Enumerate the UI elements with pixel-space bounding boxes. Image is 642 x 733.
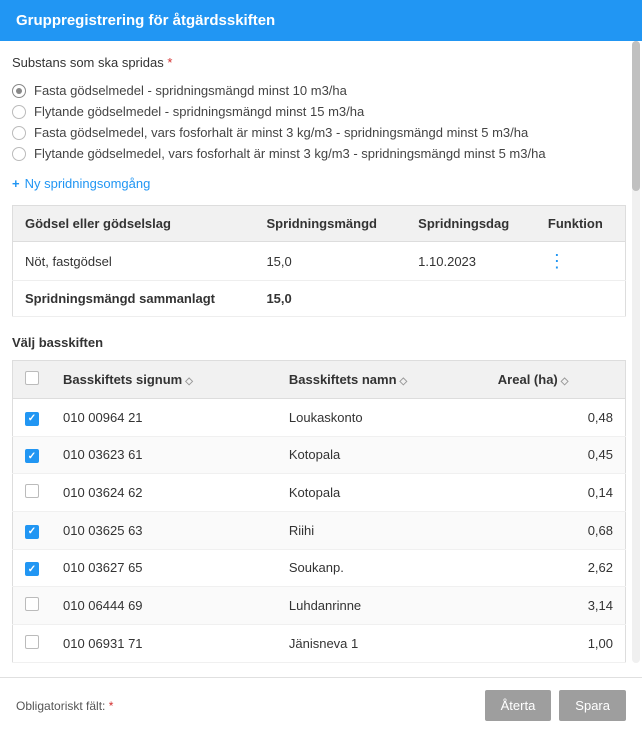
parcel-row: 010 06444 69Luhdanrinne3,14 xyxy=(13,587,626,625)
cell-signum: 010 03625 63 xyxy=(51,512,277,550)
substance-option-3[interactable]: Flytande gödselmedel, vars fosforhalt är… xyxy=(12,143,626,164)
cell-area: 2,62 xyxy=(486,549,626,587)
col-name[interactable]: Basskiftets namn◇ xyxy=(277,361,486,399)
cell-signum: 010 03624 62 xyxy=(51,474,277,512)
select-all-checkbox[interactable] xyxy=(25,371,39,385)
godsel-table: Gödsel eller gödselslag Spridningsmängd … xyxy=(12,205,626,317)
parcel-row: 010 03624 62Kotopala0,14 xyxy=(13,474,626,512)
sort-icon: ◇ xyxy=(185,376,193,387)
required-hint: Obligatoriskt fält: * xyxy=(16,699,113,713)
scrollbar-thumb[interactable] xyxy=(632,41,640,191)
add-spreading-round-link[interactable]: Ny spridningsomgång xyxy=(12,176,150,191)
sort-icon: ◇ xyxy=(561,376,569,387)
substance-radio-group: Fasta gödselmedel - spridningsmängd mins… xyxy=(12,80,626,164)
dialog-header: Gruppregistrering för åtgärdsskiften xyxy=(0,0,642,41)
godsel-total-row: Spridningsmängd sammanlagt 15,0 xyxy=(13,281,626,317)
cell-name: Luhdanrinne xyxy=(277,587,486,625)
cell-area: 0,45 xyxy=(486,436,626,474)
cell-area: 3,14 xyxy=(486,587,626,625)
required-asterisk: * xyxy=(167,55,172,70)
save-button[interactable]: Spara xyxy=(559,690,626,721)
radio-icon xyxy=(12,126,26,140)
cell-signum: 010 03627 65 xyxy=(51,549,277,587)
cell-name: Jänisneva 1 xyxy=(277,625,486,663)
cell-area: 0,14 xyxy=(486,474,626,512)
cell-name: Kotopala xyxy=(277,436,486,474)
sort-icon: ◇ xyxy=(400,376,408,387)
dialog-footer: Obligatoriskt fält: * Återta Spara xyxy=(0,677,642,733)
cell-area: 1,00 xyxy=(486,625,626,663)
substance-option-2[interactable]: Fasta gödselmedel, vars fosforhalt är mi… xyxy=(12,122,626,143)
scrollbar[interactable] xyxy=(632,41,640,663)
substance-option-0[interactable]: Fasta gödselmedel - spridningsmängd mins… xyxy=(12,80,626,101)
parcels-table: Basskiftets signum◇ Basskiftets namn◇ Ar… xyxy=(12,360,626,663)
row-checkbox[interactable] xyxy=(25,484,39,498)
cell-signum: 010 03623 61 xyxy=(51,436,277,474)
dialog-content: Substans som ska spridas * Fasta gödselm… xyxy=(0,41,642,663)
cell-signum: 010 06444 69 xyxy=(51,587,277,625)
dialog-title: Gruppregistrering för åtgärdsskiften xyxy=(16,12,275,29)
kebab-menu-icon[interactable]: ⋮ xyxy=(548,251,566,271)
parcels-title: Välj basskiften xyxy=(12,335,626,350)
godsel-row: Nöt, fastgödsel 15,0 1.10.2023 ⋮ xyxy=(13,242,626,281)
row-checkbox[interactable] xyxy=(25,525,39,539)
radio-icon xyxy=(12,105,26,119)
cell-area: 0,68 xyxy=(486,512,626,550)
reset-button[interactable]: Återta xyxy=(485,690,552,721)
cell-area: 0,48 xyxy=(486,399,626,437)
row-checkbox[interactable] xyxy=(25,635,39,649)
parcel-row: 010 03625 63Riihi0,68 xyxy=(13,512,626,550)
col-amount: Spridningsmängd xyxy=(254,206,406,242)
col-func: Funktion xyxy=(536,206,626,242)
row-checkbox[interactable] xyxy=(25,412,39,426)
parcel-row: 010 00964 21Loukaskonto0,48 xyxy=(13,399,626,437)
parcel-row: 010 06931 71Jänisneva 11,00 xyxy=(13,625,626,663)
row-checkbox[interactable] xyxy=(25,449,39,463)
substance-option-1[interactable]: Flytande gödselmedel - spridningsmängd m… xyxy=(12,101,626,122)
cell-signum: 010 00964 21 xyxy=(51,399,277,437)
col-signum[interactable]: Basskiftets signum◇ xyxy=(51,361,277,399)
col-day: Spridningsdag xyxy=(406,206,536,242)
parcel-row: 010 03623 61Kotopala0,45 xyxy=(13,436,626,474)
substance-label: Substans som ska spridas * xyxy=(12,55,626,70)
row-checkbox[interactable] xyxy=(25,562,39,576)
col-type: Gödsel eller gödselslag xyxy=(13,206,255,242)
cell-name: Riihi xyxy=(277,512,486,550)
cell-signum: 010 06931 71 xyxy=(51,625,277,663)
cell-name: Loukaskonto xyxy=(277,399,486,437)
radio-icon xyxy=(12,147,26,161)
radio-icon xyxy=(12,84,26,98)
cell-name: Kotopala xyxy=(277,474,486,512)
row-checkbox[interactable] xyxy=(25,597,39,611)
parcel-row: 010 03627 65Soukanp.2,62 xyxy=(13,549,626,587)
cell-name: Soukanp. xyxy=(277,549,486,587)
col-area[interactable]: Areal (ha)◇ xyxy=(486,361,626,399)
